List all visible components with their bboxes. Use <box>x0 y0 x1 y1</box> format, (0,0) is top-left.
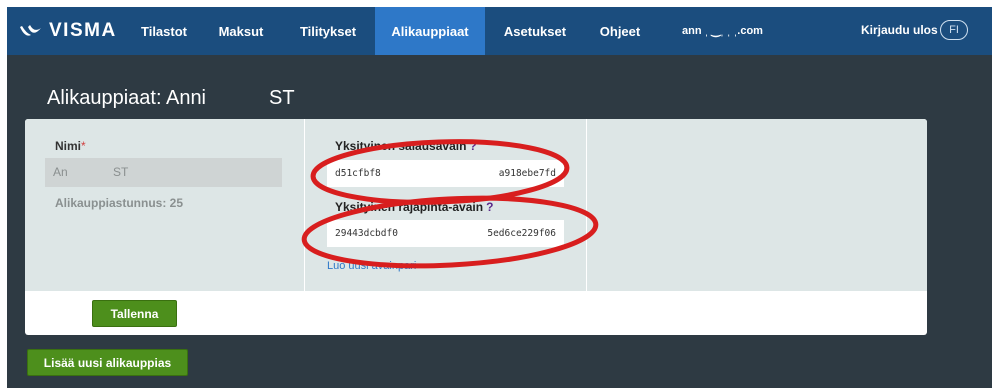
page-title-text: Alikauppiaat: Anni <box>47 87 207 109</box>
visma-swoosh-icon <box>20 25 41 36</box>
top-navigation: VISMA Tilastot Maksut Tilitykset Alikaup… <box>7 7 992 55</box>
name-field[interactable]: An ST <box>45 158 282 187</box>
name-value: An <box>53 165 68 179</box>
page-title: Alikauppiaat: Anni ST <box>47 87 295 110</box>
name-label-text: Nimi <box>55 139 82 153</box>
api-key-end: 5ed6ce229f06 <box>487 228 556 239</box>
keys-panel: Yksityinen salausavain? d51cfbf8 a918ebe… <box>305 119 586 291</box>
nav-alikauppiaat[interactable]: Alikauppiaat <box>375 7 485 55</box>
new-keypair-link[interactable]: Luo uusi avainpari <box>327 260 416 272</box>
private-key-help-icon[interactable]: ? <box>469 139 476 153</box>
api-key-field[interactable]: 29443dcbdf0 5ed6ce229f06 <box>327 220 564 247</box>
api-key-title: Yksityinen rajapinta-avain? <box>335 200 493 214</box>
subaccount-id: Alikauppiastunnus: 25 <box>55 196 184 210</box>
nav-maksut[interactable]: Maksut <box>201 7 281 55</box>
save-button[interactable]: Tallenna <box>92 300 177 327</box>
nav-asetukset[interactable]: Asetukset <box>485 7 585 55</box>
language-selector[interactable]: FI <box>940 20 968 40</box>
app-window: VISMA Tilastot Maksut Tilitykset Alikaup… <box>7 7 992 388</box>
nav-tilastot[interactable]: Tilastot <box>127 7 201 55</box>
name-panel: Nimi* An ST Alikauppiastunnus: 25 <box>25 119 304 291</box>
nav-tilitykset[interactable]: Tilitykset <box>281 7 375 55</box>
user-email: ann ˌ ‿ˌ ˌ ˌ.com <box>682 25 763 37</box>
private-key-start: d51cfbf8 <box>335 168 381 179</box>
private-key-field[interactable]: d51cfbf8 a918ebe7fd <box>327 160 564 187</box>
page-title-tail: ST <box>269 87 295 109</box>
logout-link[interactable]: Kirjaudu ulos <box>861 23 938 37</box>
empty-panel <box>587 119 927 291</box>
name-value-tail: ST <box>113 165 129 179</box>
visma-logo[interactable]: VISMA <box>7 7 127 55</box>
name-label: Nimi* <box>55 139 86 153</box>
logo-text: VISMA <box>49 20 117 41</box>
subaccount-card: Nimi* An ST Alikauppiastunnus: 25 Yksity… <box>25 119 927 335</box>
private-key-title: Yksityinen salausavain? <box>335 139 477 153</box>
private-key-title-text: Yksityinen salausavain <box>335 139 467 153</box>
api-key-title-text: Yksityinen rajapinta-avain <box>335 200 484 214</box>
api-key-help-icon[interactable]: ? <box>486 200 493 214</box>
add-subaccount-button[interactable]: Lisää uusi alikauppias <box>27 349 188 376</box>
api-key-start: 29443dcbdf0 <box>335 228 398 239</box>
private-key-end: a918ebe7fd <box>498 168 556 179</box>
required-mark: * <box>81 139 86 153</box>
nav-ohjeet[interactable]: Ohjeet <box>585 7 655 55</box>
